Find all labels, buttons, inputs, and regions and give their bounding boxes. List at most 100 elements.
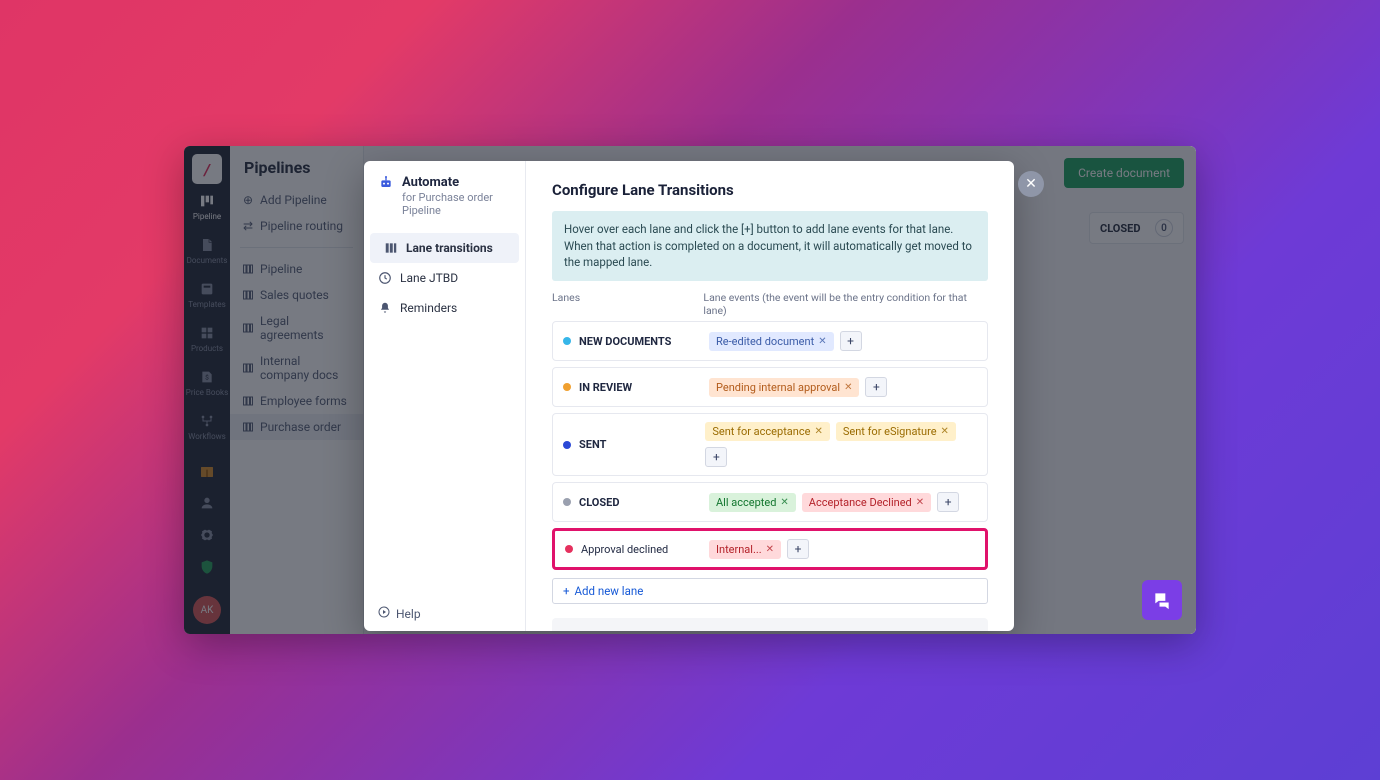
price-books-icon: $	[199, 369, 215, 385]
rail-label: Products	[191, 344, 223, 353]
add-event-button[interactable]: +	[787, 539, 809, 559]
help-label: Help	[396, 607, 421, 621]
pipeline-item[interactable]: Employee forms	[230, 388, 363, 414]
remove-icon[interactable]: ✕	[941, 426, 949, 437]
rail-products[interactable]: Products	[184, 316, 230, 360]
rail-documents[interactable]: Documents	[184, 228, 230, 272]
pipeline-item[interactable]: Pipeline	[230, 256, 363, 282]
rail-settings[interactable]	[184, 518, 230, 550]
columns-icon	[242, 322, 254, 334]
lane-row: IN REVIEW Pending internal approval ✕ +	[552, 367, 988, 407]
event-tag[interactable]: Sent for acceptance ✕	[705, 422, 829, 441]
column-header[interactable]: CLOSED 0	[1089, 212, 1184, 244]
robot-icon	[378, 175, 394, 195]
plus-icon: +	[563, 584, 570, 598]
app-logo[interactable]: /	[192, 154, 222, 184]
pipeline-item-label: Purchase order	[260, 420, 341, 434]
pipeline-routing[interactable]: ⇄ Pipeline routing	[230, 213, 363, 239]
remove-icon[interactable]: ✕	[844, 382, 852, 393]
modal-subtitle: for Purchase order Pipeline	[402, 191, 511, 217]
chat-fab[interactable]	[1142, 580, 1182, 620]
workflows-icon	[199, 413, 215, 429]
add-event-button[interactable]: +	[937, 492, 959, 512]
svg-text:$: $	[205, 374, 209, 382]
rail-pipeline[interactable]: Pipeline	[184, 184, 230, 228]
pipeline-item[interactable]: Internal company docs	[230, 348, 363, 388]
modal-sidebar: Automate for Purchase order Pipeline Lan…	[364, 161, 526, 631]
lane-name: SENT	[579, 438, 606, 451]
pipeline-item[interactable]: Sales quotes	[230, 282, 363, 308]
column-label: CLOSED	[1100, 222, 1141, 235]
pipeline-item-label: Internal company docs	[260, 354, 351, 382]
lane-name: Approval declined	[581, 543, 668, 556]
lane-dot	[563, 498, 571, 506]
columns-icon	[242, 289, 254, 301]
routing-icon: ⇄	[242, 220, 254, 232]
unassigned-title: Unassigned lane events:	[564, 630, 976, 631]
hint-box: Hover over each lane and click the [+] b…	[552, 211, 988, 281]
modal-nav-item[interactable]: Lane transitions	[370, 233, 519, 263]
automate-modal: ✕ Automate for Purchase order Pipeline L…	[364, 161, 1014, 631]
add-event-button[interactable]: +	[705, 447, 727, 467]
event-tag[interactable]: Re-edited document ✕	[709, 332, 834, 351]
column-count: 0	[1155, 219, 1173, 237]
rail-users[interactable]	[184, 486, 230, 518]
columns-icon	[242, 263, 254, 275]
col-header-events: Lane events (the event will be the entry…	[703, 291, 988, 317]
columns-icon	[384, 241, 398, 255]
lane-row: Approval declined Internal... ✕ +	[552, 528, 988, 570]
lane-name: NEW DOCUMENTS	[579, 335, 671, 348]
bell-icon	[378, 301, 392, 315]
pipeline-item-label: Employee forms	[260, 394, 347, 408]
plus-icon: ⊕	[242, 194, 254, 206]
rail-label: Pipeline	[193, 212, 221, 221]
remove-icon[interactable]: ✕	[814, 426, 822, 437]
routing-label: Pipeline routing	[260, 219, 343, 233]
lane-row: NEW DOCUMENTS Re-edited document ✕ +	[552, 321, 988, 361]
event-tag[interactable]: Pending internal approval ✕	[709, 378, 859, 397]
secondary-sidebar: Pipelines ⊕Add Pipeline ⇄Pipeline routin…	[230, 146, 364, 634]
documents-icon	[199, 237, 215, 253]
remove-icon[interactable]: ✕	[780, 497, 788, 508]
remove-icon[interactable]: ✕	[766, 544, 774, 555]
remove-icon[interactable]: ✕	[818, 336, 826, 347]
modal-nav-item[interactable]: Reminders	[364, 293, 525, 323]
event-tag[interactable]: Internal... ✕	[709, 540, 781, 559]
rail-price-books[interactable]: $ Price Books	[184, 360, 230, 404]
templates-icon	[199, 281, 215, 297]
rail-workflows[interactable]: Workflows	[184, 404, 230, 448]
lane-row: SENT Sent for acceptance ✕ Sent for eSigna…	[552, 413, 988, 476]
create-document-button[interactable]: Create document	[1064, 158, 1184, 188]
event-tag[interactable]: All accepted ✕	[709, 493, 796, 512]
help-link[interactable]: Help	[364, 596, 525, 631]
remove-icon[interactable]: ✕	[916, 497, 924, 508]
unassigned-box: Unassigned lane events: All eSignedInter…	[552, 618, 988, 631]
add-event-button[interactable]: +	[840, 331, 862, 351]
lane-dot	[563, 337, 571, 345]
add-lane-button[interactable]: + Add new lane	[552, 578, 988, 604]
add-event-button[interactable]: +	[865, 377, 887, 397]
modal-nav-label: Lane JTBD	[400, 271, 458, 285]
col-header-lanes: Lanes	[552, 291, 703, 317]
play-icon	[378, 606, 390, 621]
rail-label: Price Books	[186, 388, 228, 397]
lane-name: IN REVIEW	[579, 381, 632, 394]
columns-icon	[242, 362, 254, 374]
avatar[interactable]: AK	[193, 596, 221, 624]
pipeline-item[interactable]: Legal agreements	[230, 308, 363, 348]
lane-name: CLOSED	[579, 496, 620, 509]
pipeline-item-label: Pipeline	[260, 262, 302, 276]
add-pipeline[interactable]: ⊕Add Pipeline	[230, 187, 363, 213]
event-tag[interactable]: Sent for eSignature ✕	[836, 422, 956, 441]
rail-gift[interactable]	[184, 454, 230, 486]
modal-nav-item[interactable]: Lane JTBD	[364, 263, 525, 293]
columns-icon	[242, 395, 254, 407]
rail-label: Workflows	[188, 432, 226, 441]
pipeline-item[interactable]: Purchase order	[230, 414, 363, 440]
close-button[interactable]: ✕	[1018, 171, 1044, 197]
clock-icon	[378, 271, 392, 285]
lane-dot	[565, 545, 573, 553]
rail-shield[interactable]	[184, 550, 230, 582]
rail-templates[interactable]: Templates	[184, 272, 230, 316]
event-tag[interactable]: Acceptance Declined ✕	[802, 493, 931, 512]
